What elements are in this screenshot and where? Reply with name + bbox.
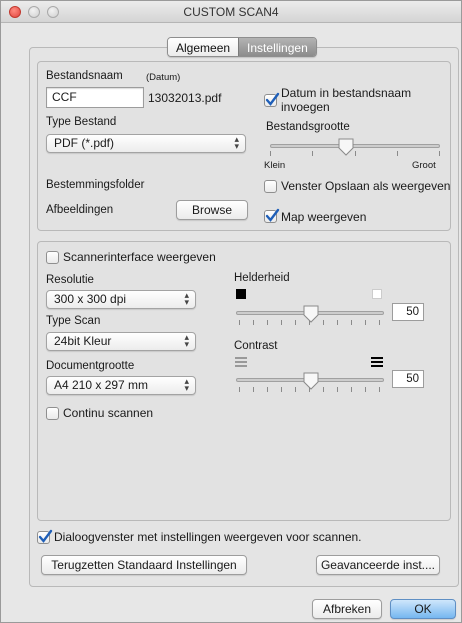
stepper-arrows-icon: ▴ ▾	[234, 134, 239, 151]
checkmark-icon	[38, 529, 53, 543]
resolution-label: Resolutie	[46, 274, 94, 286]
scan-settings-group: Scannerinterface weergeven Resolutie 300…	[37, 241, 451, 521]
dark-brightness-icon	[236, 289, 246, 299]
ok-button[interactable]: OK	[390, 599, 456, 619]
show-folder-checkbox[interactable]	[264, 208, 280, 223]
save-as-window-label: Venster Opslaan als weergeven	[281, 179, 451, 193]
custom-scan-window: CUSTOM SCAN4 Algemeen Instellingen Besta…	[0, 0, 462, 623]
high-contrast-icon	[371, 357, 383, 367]
scanner-interface-label: Scannerinterface weergeven	[63, 250, 216, 264]
low-contrast-icon	[235, 357, 247, 367]
title-bar: CUSTOM SCAN4	[1, 1, 461, 23]
stepper-arrows-icon: ▴ ▾	[184, 376, 189, 393]
checkmark-icon	[265, 92, 280, 106]
date-in-filename-label: Datum in bestandsnaam invoegen	[281, 86, 412, 114]
scan-type-select[interactable]: 24bit Kleur ▴ ▾	[46, 332, 196, 351]
window-title: CUSTOM SCAN4	[183, 5, 279, 19]
destination-folder-value: Afbeeldingen	[46, 204, 114, 216]
continuous-scan-label: Continu scannen	[63, 406, 154, 420]
show-folder-label: Map weergeven	[281, 210, 367, 224]
browse-button[interactable]: Browse	[176, 200, 248, 220]
continuous-scan-checkbox[interactable]	[46, 407, 59, 420]
light-brightness-icon	[372, 289, 382, 299]
document-size-select[interactable]: A4 210 x 297 mm ▴ ▾	[46, 376, 196, 395]
tab-instellingen[interactable]: Instellingen	[238, 38, 316, 56]
date-in-filename-checkbox[interactable]	[264, 92, 280, 107]
file-size-ticks	[270, 151, 440, 157]
file-type-label: Type Bestand	[46, 116, 117, 128]
size-max-label: Groot	[412, 160, 436, 171]
scanner-interface-checkbox[interactable]	[46, 251, 59, 264]
document-size-label: Documentgrootte	[46, 360, 135, 372]
brightness-slider-knob[interactable]	[303, 305, 319, 323]
reset-defaults-button[interactable]: Terugzetten Standaard Instellingen	[41, 555, 247, 575]
tab-algemeen[interactable]: Algemeen	[168, 38, 239, 56]
contrast-label: Contrast	[234, 340, 278, 352]
tab-bar: Algemeen Instellingen	[167, 37, 317, 57]
brightness-value-field[interactable]: 50	[392, 303, 424, 321]
cancel-button[interactable]: Afbreken	[312, 599, 382, 619]
scan-type-label: Type Scan	[46, 315, 101, 327]
file-size-slider[interactable]	[270, 144, 440, 148]
save-as-window-checkbox[interactable]	[264, 180, 277, 193]
stepper-arrows-icon: ▴ ▾	[184, 290, 189, 307]
brightness-label: Helderheid	[234, 272, 290, 284]
resolution-select[interactable]: 300 x 300 dpi ▴ ▾	[46, 290, 196, 309]
file-type-select[interactable]: PDF (*.pdf) ▴ ▾	[46, 134, 246, 153]
destination-folder-label: Bestemmingsfolder	[46, 179, 145, 191]
file-settings-group: Bestandsnaam (Datum) CCF 13032013.pdf Da…	[37, 61, 451, 231]
contrast-slider-knob[interactable]	[303, 372, 319, 390]
file-size-label: Bestandsgrootte	[266, 121, 350, 133]
checkmark-icon	[265, 208, 280, 222]
filename-input[interactable]: CCF	[46, 87, 144, 108]
advanced-settings-button[interactable]: Geavanceerde inst....	[316, 555, 440, 575]
dialog-settings-label: Dialoogvenster met instellingen weergeve…	[54, 530, 362, 544]
dialog-settings-checkbox[interactable]	[37, 529, 53, 544]
stepper-arrows-icon: ▴ ▾	[184, 332, 189, 349]
filename-suffix: 13032013.pdf	[148, 91, 222, 105]
filename-label: Bestandsnaam	[46, 70, 123, 82]
contrast-value-field[interactable]: 50	[392, 370, 424, 388]
date-hint: (Datum)	[146, 72, 181, 83]
file-size-slider-knob[interactable]	[338, 138, 354, 156]
size-min-label: Klein	[264, 160, 286, 171]
